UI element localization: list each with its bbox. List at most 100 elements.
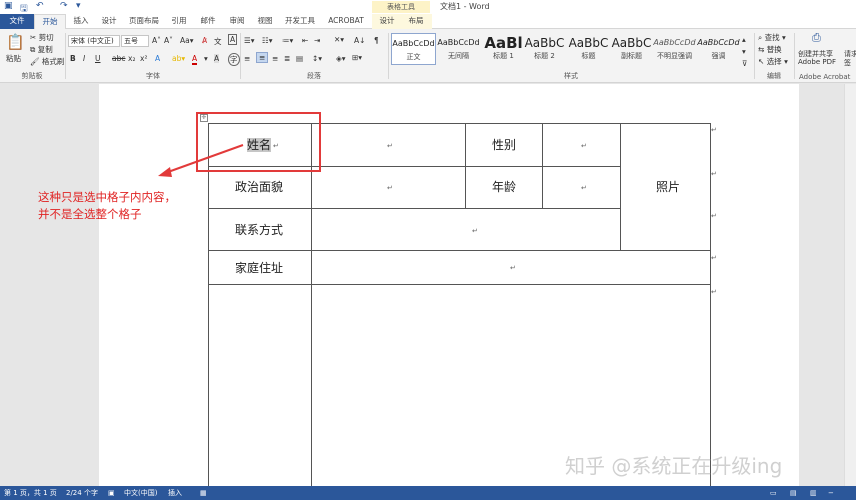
copy-button[interactable]: ⧉ 复制 — [30, 44, 53, 55]
tab-home[interactable]: 开始 — [34, 14, 66, 29]
sort-icon[interactable]: A↓ — [354, 36, 365, 45]
word-count[interactable]: 2/24 个字 — [66, 486, 98, 500]
create-pdf-icon[interactable]: ⎙ — [812, 31, 821, 45]
table-border — [208, 250, 711, 251]
tab-table-design[interactable]: 设计 — [374, 14, 400, 29]
distributed-icon[interactable]: ▤ — [296, 54, 303, 63]
tab-view[interactable]: 视图 — [252, 14, 278, 29]
styles-scroll-up-icon[interactable]: ▴ — [742, 35, 746, 44]
cell-gender-label[interactable]: 性别 — [492, 136, 516, 153]
cell-age-label[interactable]: 年龄 — [492, 178, 516, 195]
shading-icon[interactable]: ◈▾ — [336, 54, 346, 63]
character-border-icon[interactable]: A — [228, 34, 238, 45]
line-spacing-icon[interactable]: ↕▾ — [312, 54, 322, 63]
styles-more-icon[interactable]: ⊽ — [742, 59, 748, 68]
insert-mode[interactable]: 插入 — [168, 486, 182, 500]
style-heading-2[interactable]: AaBbC 标题 2 — [522, 33, 567, 65]
tab-review[interactable]: 审阅 — [224, 14, 250, 29]
tab-insert[interactable]: 插入 — [68, 14, 94, 29]
style-heading-1[interactable]: AaBl 标题 1 — [481, 33, 526, 65]
cell-photo-label[interactable]: 照片 — [656, 178, 680, 195]
subscript-icon[interactable]: x₂ — [128, 54, 135, 63]
request-signatures-line2[interactable]: 签 — [844, 58, 851, 68]
bold-icon[interactable]: B — [70, 54, 76, 63]
read-mode-icon[interactable]: ▭ — [770, 486, 777, 500]
cut-icon: ✂ — [30, 33, 37, 42]
enclose-characters-icon[interactable]: 字 — [228, 53, 240, 66]
shrink-font-icon[interactable]: A˅ — [164, 36, 173, 45]
ribbon: 📋 粘贴 ✂ 剪切 ⧉ 复制 🖌 格式刷 剪贴板 宋体 (中文正) 五号 A˄ … — [0, 29, 856, 83]
tab-page-layout[interactable]: 页面布局 — [124, 14, 164, 29]
tab-developer[interactable]: 开发工具 — [280, 14, 320, 29]
clear-formatting-icon[interactable]: A̷ — [202, 36, 207, 45]
redo-icon[interactable]: ↷ — [60, 1, 68, 11]
highlight-color-icon[interactable]: ab▾ — [172, 54, 185, 63]
style-no-spacing[interactable]: AaBbCcDd 无间隔 — [436, 33, 481, 65]
strikethrough-icon[interactable]: abc — [112, 54, 125, 63]
font-color-icon[interactable]: A — [192, 54, 198, 65]
underline-icon[interactable]: U — [95, 54, 101, 63]
tab-references[interactable]: 引用 — [166, 14, 192, 29]
style-subtitle[interactable]: AaBbC 副标题 — [609, 33, 654, 65]
character-shading-icon[interactable]: A — [214, 54, 220, 63]
print-layout-icon[interactable]: ▤ — [790, 486, 797, 500]
font-name-select[interactable]: 宋体 (中文正) — [68, 35, 120, 47]
grow-font-icon[interactable]: A˄ — [152, 36, 161, 45]
copy-icon: ⧉ — [30, 45, 36, 54]
tab-file[interactable]: 文件 — [0, 14, 34, 29]
align-left-icon[interactable]: ≡ — [244, 54, 250, 63]
decrease-indent-icon[interactable]: ⇤ — [302, 36, 308, 45]
tab-design[interactable]: 设计 — [96, 14, 122, 29]
web-layout-icon[interactable]: ▥ — [810, 486, 817, 500]
numbering-icon[interactable]: ☷▾ — [262, 36, 273, 45]
language-indicator[interactable]: 中文(中国) — [124, 486, 157, 500]
change-case-icon[interactable]: Aa▾ — [180, 36, 194, 45]
cell-political-label[interactable]: 政治面貌 — [235, 178, 283, 195]
justify-icon[interactable]: ≣ — [284, 54, 290, 63]
phonetic-guide-icon[interactable]: 文 — [214, 36, 222, 47]
tab-table-layout[interactable]: 布局 — [402, 14, 430, 29]
font-size-select[interactable]: 五号 — [121, 35, 149, 47]
tab-mailings[interactable]: 邮件 — [194, 14, 222, 29]
paste-icon[interactable]: 📋 — [6, 33, 25, 51]
align-center-icon[interactable]: ≡ — [256, 52, 269, 63]
borders-icon[interactable]: ⊞▾ — [352, 53, 362, 62]
cell-contact-label[interactable]: 联系方式 — [235, 221, 283, 238]
row-end-mark: ↵ — [711, 254, 717, 262]
font-color-dropdown-icon[interactable]: ▾ — [204, 54, 208, 63]
bullets-icon[interactable]: ☰▾ — [244, 36, 255, 45]
superscript-icon[interactable]: x² — [140, 54, 147, 63]
replace-button[interactable]: ⇆ 替换 — [758, 44, 782, 55]
create-pdf-line2[interactable]: Adobe PDF — [798, 58, 836, 66]
vertical-scrollbar[interactable] — [844, 84, 856, 486]
undo-icon[interactable]: ↶ — [36, 1, 44, 11]
page-count[interactable]: 第 1 页，共 1 页 — [4, 486, 57, 500]
italic-icon[interactable]: I — [83, 54, 85, 63]
increase-indent-icon[interactable]: ⇥ — [314, 36, 320, 45]
customize-qat-icon[interactable]: ▾ — [76, 1, 81, 11]
align-right-icon[interactable]: ≡ — [272, 54, 278, 63]
cut-button[interactable]: ✂ 剪切 — [30, 32, 54, 43]
style-normal[interactable]: AaBbCcDd 正文 — [391, 33, 436, 65]
tab-acrobat[interactable]: ACROBAT — [324, 14, 368, 29]
copy-label: 复制 — [37, 45, 53, 54]
show-marks-icon[interactable]: ¶ — [374, 36, 379, 45]
cell-address-label[interactable]: 家庭住址 — [235, 259, 283, 276]
format-painter-icon: 🖌 — [30, 57, 40, 66]
select-button[interactable]: ↖ 选择 ▾ — [758, 56, 788, 67]
styles-scroll-down-icon[interactable]: ▾ — [742, 47, 746, 56]
format-painter-button[interactable]: 🖌 格式刷 — [30, 56, 64, 67]
zoom-out-icon[interactable]: − — [828, 486, 834, 500]
text-effects-icon[interactable]: A — [155, 54, 160, 63]
multilevel-list-icon[interactable]: ≔▾ — [282, 36, 293, 45]
cell-end-mark: ↵ — [581, 184, 587, 192]
style-subtle-emphasis[interactable]: AaBbCcDd 不明显强调 — [652, 33, 697, 65]
chinese-layout-icon[interactable]: ✕▾ — [334, 35, 344, 44]
style-emphasis[interactable]: AaBbCcDd 强调 — [696, 33, 741, 65]
paste-button[interactable]: 粘贴 — [6, 53, 21, 64]
style-title[interactable]: AaBbC 标题 — [566, 33, 611, 65]
style-name: 正文 — [406, 53, 421, 61]
macro-icon[interactable]: ▦ — [200, 486, 207, 500]
find-button[interactable]: ⌕ 查找 ▾ — [758, 32, 786, 43]
proofing-icon[interactable]: ▣ — [108, 486, 115, 500]
